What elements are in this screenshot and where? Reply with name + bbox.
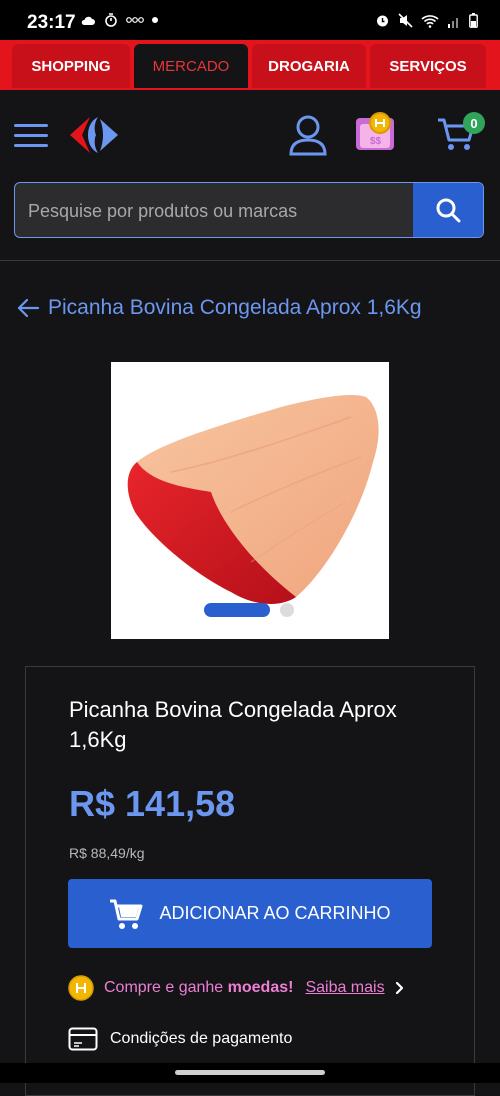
status-right-icons xyxy=(375,13,478,28)
saiba-mais-link[interactable]: Saiba mais xyxy=(305,979,384,997)
tab-drogaria[interactable]: DROGARIA xyxy=(252,44,366,88)
carousel-dot-active[interactable] xyxy=(204,603,270,617)
cloud-icon xyxy=(81,16,95,25)
tab-mercado[interactable]: MERCADO xyxy=(134,44,248,88)
status-time: 23:17 xyxy=(27,12,76,33)
status-bar: 23:17 xyxy=(0,0,500,40)
picanha-image xyxy=(127,395,379,604)
dot-icon xyxy=(152,17,158,23)
coins-bold: moedas! xyxy=(227,979,294,996)
signal-icon xyxy=(448,17,458,28)
carrefour-logo[interactable] xyxy=(68,115,120,155)
svg-text:$$: $$ xyxy=(370,136,382,147)
add-to-cart-button[interactable]: ADICIONAR AO CARRINHO xyxy=(68,879,432,948)
mute-icon xyxy=(398,13,413,28)
header-divider xyxy=(0,260,500,261)
store-tabs: SHOPPING MERCADO DROGARIA SERVIÇOS xyxy=(0,40,500,90)
status-left-icons xyxy=(80,13,158,27)
product-title: Picanha Bovina Congelada Aprox 1,6Kg xyxy=(69,697,397,752)
arrow-left-icon xyxy=(17,298,40,318)
hamburger-menu-icon[interactable] xyxy=(14,124,48,148)
product-image[interactable] xyxy=(111,362,389,639)
timer-icon xyxy=(105,13,117,27)
product-card: Picanha Bovina Congelada Aprox 1,6Kg R$ … xyxy=(25,666,475,1096)
payment-conditions[interactable]: Condições de pagamento xyxy=(68,1027,292,1051)
search-input[interactable] xyxy=(15,183,430,237)
system-navigation-bar xyxy=(0,1063,500,1083)
chevron-right-icon[interactable] xyxy=(395,981,405,995)
wifi-icon xyxy=(421,14,439,28)
search-bar xyxy=(14,182,484,238)
tab-servicos[interactable]: SERVIÇOS xyxy=(370,44,486,88)
back-link-label: Picanha Bovina Congelada Aprox 1,6Kg xyxy=(48,296,422,319)
cart-count-badge: 0 xyxy=(463,112,485,134)
search-button[interactable] xyxy=(413,183,483,237)
ooo-icon xyxy=(126,17,144,23)
unit-price: R$ 88,49/kg xyxy=(69,845,145,861)
tab-shopping[interactable]: SHOPPING xyxy=(12,44,130,88)
search-icon xyxy=(436,198,461,223)
header: $$ 0 xyxy=(0,90,500,260)
home-gesture-handle[interactable] xyxy=(175,1070,325,1075)
payment-label: Condições de pagamento xyxy=(110,1030,293,1047)
credit-card-icon xyxy=(68,1027,98,1051)
carousel-dot[interactable] xyxy=(280,603,294,617)
coins-rewards-icon[interactable]: $$ xyxy=(352,110,398,156)
cart-icon xyxy=(110,899,143,929)
coins-promo: Compre e ganhe moedas! Saiba mais xyxy=(68,975,405,1001)
image-carousel-dots xyxy=(204,603,294,617)
coins-text: Compre e ganhe xyxy=(104,979,228,996)
product-price: R$ 141,58 xyxy=(69,783,236,824)
alarm-icon xyxy=(377,15,388,27)
battery-icon xyxy=(469,13,478,28)
coin-icon xyxy=(68,975,94,1001)
user-account-icon[interactable] xyxy=(288,114,328,156)
add-to-cart-label: ADICIONAR AO CARRINHO xyxy=(159,903,391,923)
back-link[interactable]: Picanha Bovina Congelada Aprox 1,6Kg xyxy=(16,296,422,320)
